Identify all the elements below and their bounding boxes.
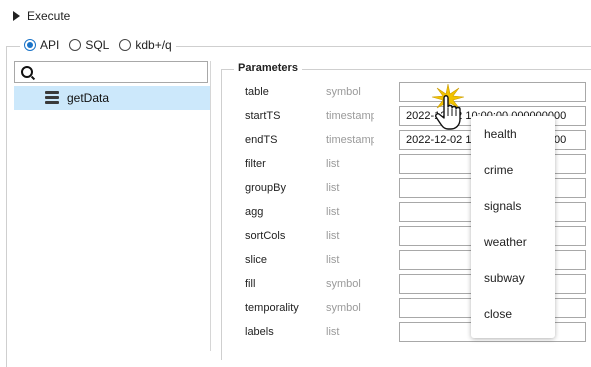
param-name: temporality bbox=[245, 302, 299, 314]
query-mode-selector: API SQL kdb+/q bbox=[20, 38, 176, 52]
play-icon bbox=[13, 11, 20, 21]
param-row-table: table symbol bbox=[245, 82, 591, 104]
param-name: fill bbox=[245, 278, 256, 290]
param-type: symbol bbox=[326, 278, 361, 290]
param-type: list bbox=[326, 326, 340, 338]
mode-sql-label: SQL bbox=[85, 38, 110, 52]
mode-api-label: API bbox=[40, 38, 60, 52]
mode-kdb-label: kdb+/q bbox=[135, 38, 172, 52]
param-name: labels bbox=[245, 326, 274, 338]
search-input[interactable] bbox=[14, 61, 208, 83]
param-name: groupBy bbox=[245, 182, 286, 194]
param-type: symbol bbox=[326, 86, 361, 98]
param-type: list bbox=[326, 158, 340, 170]
param-name: endTS bbox=[245, 134, 278, 146]
mode-api-option[interactable]: API bbox=[24, 38, 59, 52]
api-item-label: getData bbox=[67, 91, 110, 105]
mode-kdb-option[interactable]: kdb+/q bbox=[119, 38, 172, 52]
param-name: sortCols bbox=[245, 230, 286, 242]
param-name: filter bbox=[245, 158, 266, 170]
dropdown-option[interactable]: crime bbox=[484, 163, 513, 177]
table-options-dropdown: health crime signals weather subway clos… bbox=[471, 116, 555, 338]
param-type: list bbox=[326, 206, 340, 218]
kdb-radio[interactable] bbox=[119, 39, 132, 51]
param-type: timestamp bbox=[326, 110, 374, 122]
param-name: slice bbox=[245, 254, 268, 266]
sql-radio[interactable] bbox=[69, 39, 82, 51]
api-list-panel: getData bbox=[14, 61, 211, 351]
execute-button[interactable]: Execute bbox=[13, 9, 70, 23]
param-type: symbol bbox=[326, 302, 361, 314]
param-name: startTS bbox=[245, 110, 281, 122]
param-type: list bbox=[326, 182, 340, 194]
execute-label: Execute bbox=[27, 9, 71, 23]
mode-sql-option[interactable]: SQL bbox=[69, 38, 109, 52]
param-type: timestamp bbox=[326, 134, 374, 146]
param-name: table bbox=[245, 86, 269, 98]
dropdown-option[interactable]: health bbox=[484, 127, 517, 141]
param-type: list bbox=[326, 230, 340, 242]
parameters-title: Parameters bbox=[234, 62, 302, 74]
search-icon bbox=[21, 66, 33, 78]
param-name: agg bbox=[245, 206, 264, 218]
api-radio[interactable] bbox=[24, 39, 36, 51]
database-icon bbox=[45, 91, 59, 104]
api-item-getdata[interactable]: getData bbox=[14, 86, 210, 110]
hand-pointer-cursor-icon bbox=[431, 83, 465, 130]
dropdown-option[interactable]: close bbox=[484, 307, 512, 321]
dropdown-option[interactable]: signals bbox=[484, 199, 521, 213]
dropdown-option[interactable]: subway bbox=[484, 271, 525, 285]
param-type: list bbox=[326, 254, 340, 266]
dropdown-option[interactable]: weather bbox=[484, 235, 527, 249]
